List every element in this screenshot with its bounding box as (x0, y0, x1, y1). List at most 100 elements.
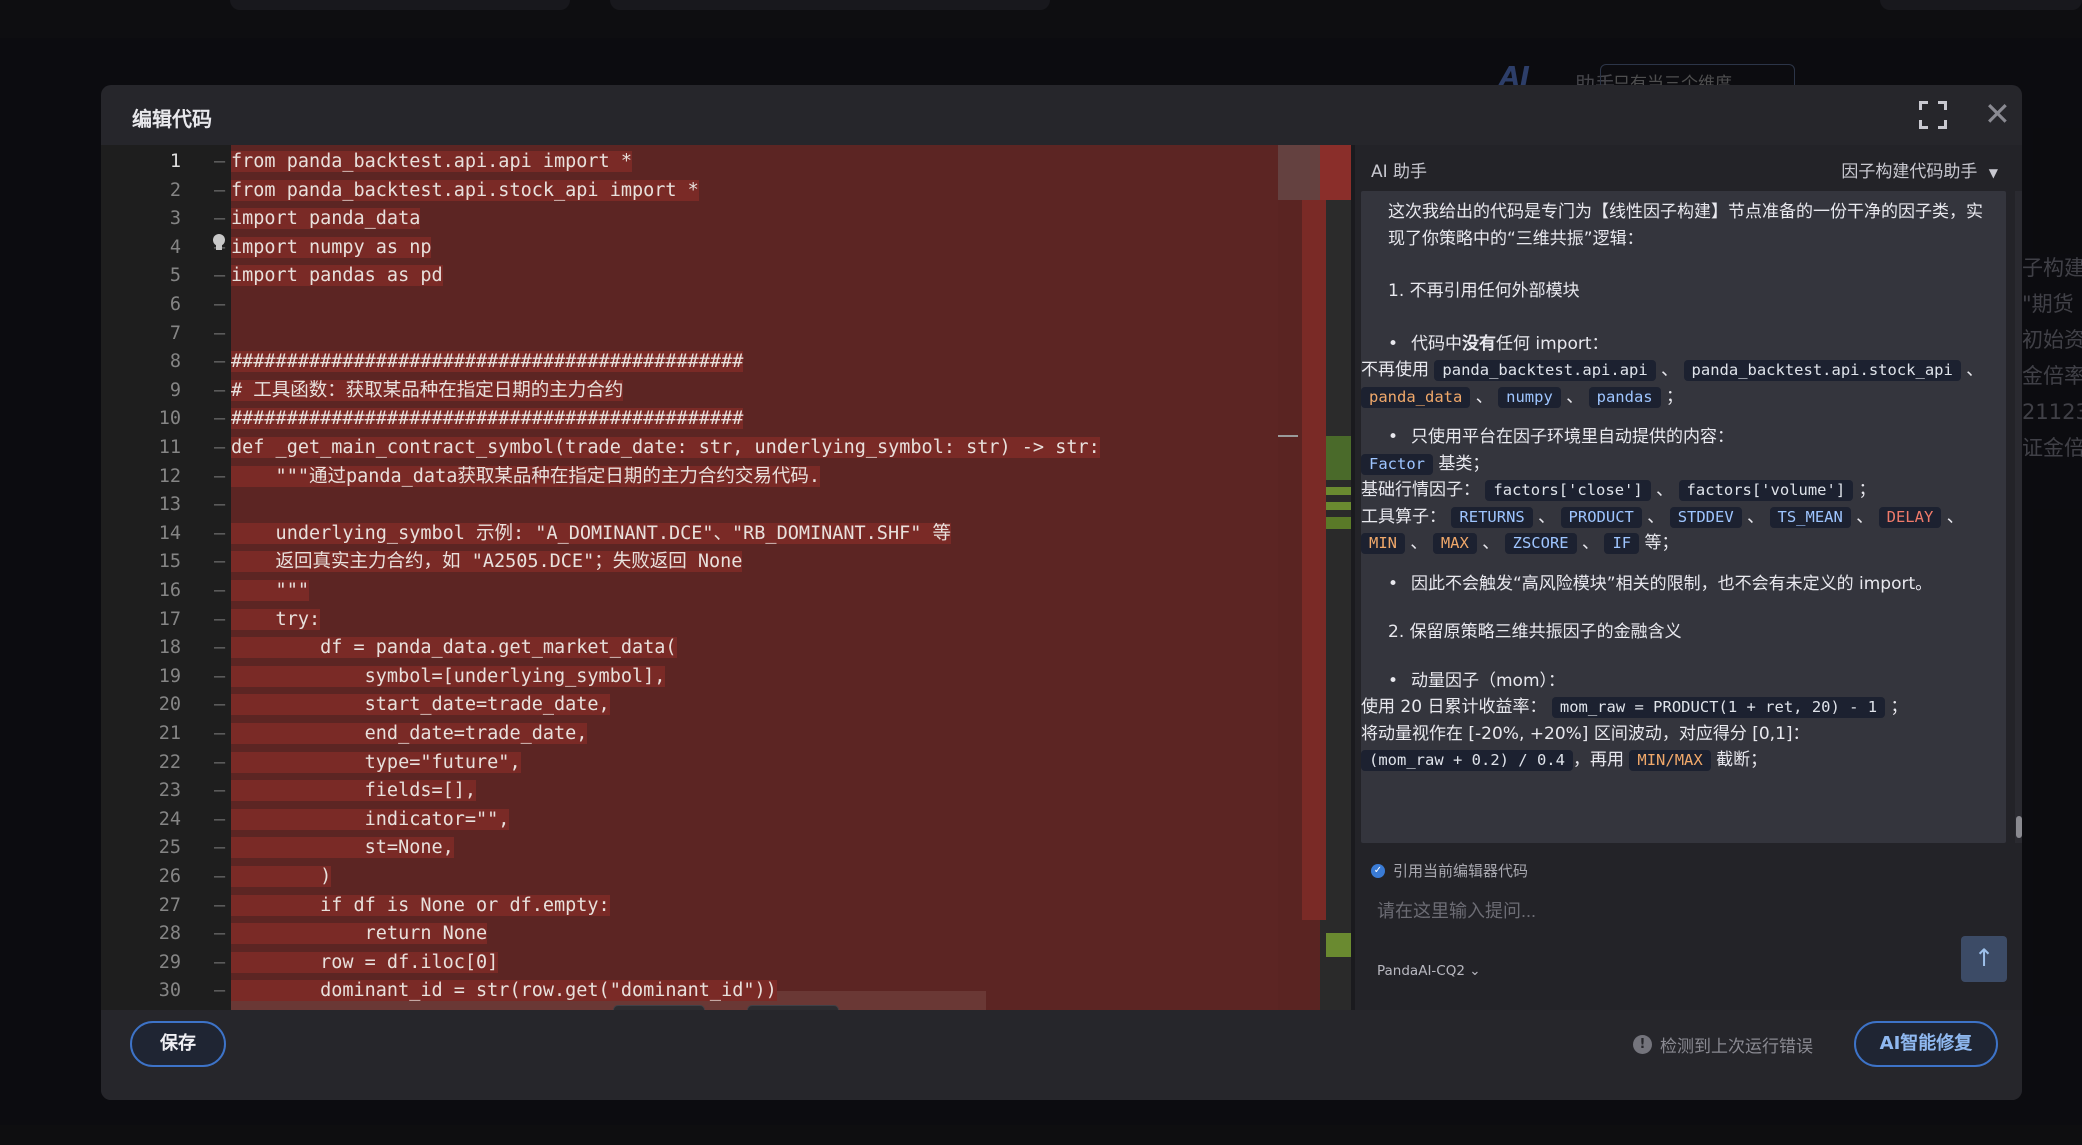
code-text-highlight: symbol=[underlying_symbol], (231, 665, 666, 687)
ai-assistant-panel: AI 助手 因子构建代码助手 ▼ 这次我给出的代码是专门为【线性因子构建】节点准… (1351, 145, 2022, 1010)
ai-line: Factor 基类； (1361, 451, 1994, 478)
line-number: 21 (158, 723, 181, 744)
diff-removed-marker: — (214, 551, 226, 573)
code-line[interactable]: 19 — symbol=[underlying_symbol], (101, 663, 1281, 692)
line-number: 28 (158, 923, 181, 945)
minimap[interactable] (1278, 145, 1351, 1010)
line-number: 18 (158, 637, 181, 659)
diff-removed-marker: — (214, 951, 226, 973)
diff-removed-marker: — (214, 208, 226, 230)
save-button[interactable]: 保存 (130, 1021, 226, 1067)
line-number: 10 (158, 408, 181, 430)
code-line[interactable]: 1 — from panda_backtest.api.api import * (101, 148, 1281, 177)
code-line[interactable]: 4—import numpy as np (101, 234, 1281, 263)
code-line[interactable]: 17 — try: (101, 606, 1281, 635)
code-token: (mom_raw + 0.2) / 0.4 (1361, 750, 1573, 771)
code-line[interactable]: 5 — import pandas as pd (101, 262, 1281, 291)
code-line[interactable]: 18 — df = panda_data.get_market_data( (101, 634, 1281, 663)
code-text-highlight: start_date=trade_date, (231, 694, 610, 716)
code-text: # 工具函数：获取某品种在指定日期的主力合约 (231, 377, 624, 406)
diff-removed-marker: — (214, 751, 226, 773)
module-token: panda_data (1361, 386, 1471, 408)
ai-scrollbar[interactable] (2015, 191, 2022, 843)
code-text: fields=[], (231, 777, 477, 806)
code-line[interactable]: 29 — row = df.iloc[0] (101, 949, 1281, 978)
code-line[interactable]: 22 — type="future", (101, 749, 1281, 778)
code-line[interactable]: 13 — (101, 491, 1281, 520)
code-line[interactable]: 10 — #####################################… (101, 405, 1281, 434)
code-text-highlight: """ (231, 580, 309, 601)
code-text: indicator="", (231, 806, 510, 835)
modal-footer: 保存 ! 检测到上次运行错误 AI智能修复 (101, 1010, 2022, 1100)
line-number: 13 (158, 494, 181, 516)
code-token: mom_raw = PRODUCT(1 + ret, 20) - 1 (1551, 697, 1886, 718)
assistant-mode-select[interactable]: 因子构建代码助手 ▼ (1841, 157, 1998, 182)
line-number: 14 (158, 522, 181, 544)
fullscreen-icon[interactable] (1919, 101, 1947, 129)
line-number: 22 (158, 751, 181, 773)
line-number: 8 (169, 351, 181, 373)
reference-editor-checkbox[interactable]: ✓ 引用当前编辑器代码 (1371, 860, 1528, 881)
code-line[interactable]: 3 — import panda_data (101, 205, 1281, 234)
arrow-up-icon: ↑ (1973, 944, 1995, 972)
code-line[interactable]: 11 — def _get_main_contract_symbol(trade_d… (101, 434, 1281, 463)
code-line[interactable]: 7— (101, 320, 1281, 349)
close-icon[interactable]: ✕ (1984, 95, 2011, 133)
code-text-highlight: row = df.iloc[0] (231, 951, 499, 973)
code-line[interactable]: 21 — end_date=trade_date, (101, 720, 1281, 749)
code-line[interactable]: 27 — if df is None or df.empty: (101, 892, 1281, 921)
minimap-added-block (1326, 487, 1351, 495)
diff-removed-marker: — (214, 437, 226, 458)
code-line[interactable]: 14 — underlying_symbol 示例: "A_DOMINANT.DC… (101, 520, 1281, 549)
code-text-highlight: underlying_symbol 示例: "A_DOMINANT.DCE"、"… (231, 522, 952, 544)
operator-token: IF (1604, 533, 1640, 554)
code-text-highlight: type="future", (231, 751, 521, 773)
operator-token: RETURNS (1451, 506, 1533, 528)
operator-token: ZSCORE (1504, 533, 1577, 554)
ai-text: 等； (1644, 533, 1679, 553)
code-line[interactable]: 24 — indicator="", (101, 806, 1281, 835)
code-line[interactable]: 30 — dominant_id = str(row.get("dominant_… (101, 977, 1281, 1006)
code-line[interactable]: 25 — st=None, (101, 834, 1281, 863)
ai-fix-button[interactable]: AI智能修复 (1854, 1021, 1998, 1067)
code-token: factors['volume'] (1678, 480, 1854, 501)
send-button[interactable]: ↑ (1961, 936, 2007, 982)
ai-question-input[interactable] (1377, 893, 1937, 929)
code-line[interactable]: 15 — 返回真实主力合约，如 "A2505.DCE"；失败返回 None (101, 548, 1281, 577)
code-text-highlight: ########################################… (231, 351, 744, 373)
code-line[interactable]: 20 — start_date=trade_date, (101, 691, 1281, 720)
module-token: panda_backtest.api.api (1434, 360, 1656, 381)
edit-code-modal: 编辑代码 ✕ 1— from panda_backtest.api.api imp… (101, 85, 2022, 1100)
line-number: 4 (169, 236, 181, 258)
code-text: ########################################… (231, 405, 744, 434)
model-select[interactable]: PandaAI-CQ2 ⌄ (1377, 963, 1481, 979)
chevron-down-icon: ⌄ (1469, 963, 1481, 979)
code-line[interactable]: 2 — from panda_backtest.api.stock_api impo… (101, 177, 1281, 206)
line-number: 7 (169, 322, 181, 344)
code-line[interactable]: 23 — fields=[], (101, 777, 1281, 806)
diff-removed-marker: — (214, 637, 226, 659)
code-line[interactable]: 8 — ######################################… (101, 348, 1281, 377)
lightbulb-icon[interactable] (212, 234, 226, 252)
code-line[interactable]: 16 — """ (101, 577, 1281, 606)
code-line[interactable]: 28 — return None (101, 920, 1281, 949)
code-text: """ (231, 577, 309, 606)
ai-scrollbar-thumb[interactable] (2016, 816, 2022, 838)
code-text-highlight: ) (231, 866, 332, 887)
code-line[interactable]: 9 — # 工具函数：获取某品种在指定日期的主力合约 (101, 377, 1281, 406)
code-text-highlight: import numpy as np (231, 236, 432, 258)
line-number: 9 (169, 379, 181, 401)
info-icon: ! (1633, 1035, 1652, 1054)
ai-line: 将动量视作在 [-20%, +20%] 区间波动，对应得分 [0,1]： (1361, 723, 1810, 744)
editor-scrollbar[interactable] (1278, 145, 1320, 200)
code-line[interactable]: 6— (101, 291, 1281, 320)
code-line[interactable]: 26 — ) (101, 863, 1281, 892)
ai-bullet: 只使用平台在因子环境里自动提供的内容： (1388, 424, 1994, 451)
diff-removed-marker: — (214, 837, 226, 859)
code-editor[interactable]: 1— from panda_backtest.api.api import * 2—… (101, 145, 1351, 1010)
code-line[interactable]: 12 — """通过panda_data获取某品种在指定日期的主力合约交易代码. (101, 463, 1281, 492)
diff-removed-marker: — (214, 866, 226, 887)
minimap-added-block (1326, 502, 1351, 510)
ai-bold-text: 没有 (1462, 333, 1496, 354)
code-text: from panda_backtest.api.stock_api import… (231, 177, 699, 206)
